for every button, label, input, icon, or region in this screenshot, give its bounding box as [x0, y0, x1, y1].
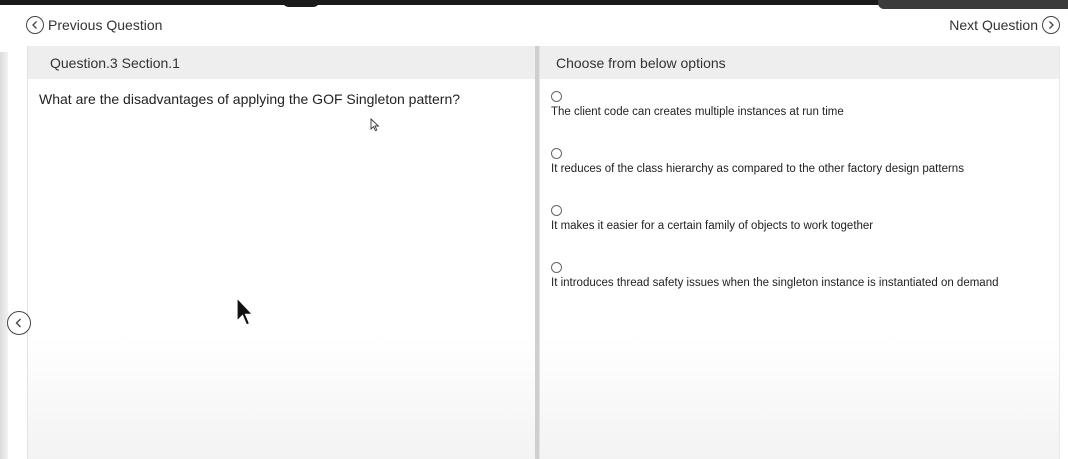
option-4[interactable]: It introduces thread safety issues when …: [551, 262, 999, 289]
option-3[interactable]: It makes it easier for a certain family …: [551, 205, 873, 232]
option-4-label[interactable]: It introduces thread safety issues when …: [551, 277, 999, 289]
option-2[interactable]: It reduces of the class hierarchy as com…: [551, 148, 964, 175]
question-text: What are the disadvantages of applying t…: [39, 91, 461, 107]
window-top-bar: [0, 0, 1068, 9]
option-1-label[interactable]: The client code can creates multiple ins…: [551, 106, 844, 118]
option-2-label[interactable]: It reduces of the class hierarchy as com…: [551, 163, 964, 175]
left-rail: [0, 52, 8, 459]
option-1-radio[interactable]: [551, 91, 562, 102]
chevron-left-icon: [15, 318, 21, 328]
top-bar-decoration: [282, 0, 320, 7]
sidebar-toggle-button[interactable]: [7, 311, 31, 335]
option-4-radio[interactable]: [551, 262, 562, 273]
options-panel: Choose from below options The client cod…: [539, 46, 1060, 459]
mouse-pointer-icon: [370, 118, 380, 132]
next-question-button[interactable]: Next Question: [949, 16, 1060, 34]
option-3-radio[interactable]: [551, 205, 562, 216]
options-panel-header: Choose from below options: [540, 46, 1059, 79]
chevron-left-circle-icon: [26, 16, 44, 34]
option-1[interactable]: The client code can creates multiple ins…: [551, 91, 844, 118]
question-panel-header: Question.3 Section.1: [28, 46, 536, 79]
option-2-radio[interactable]: [551, 148, 562, 159]
chevron-right-circle-icon: [1042, 16, 1060, 34]
question-number: Question.3 Section.1: [50, 54, 180, 71]
top-bar-shade: [878, 0, 1068, 9]
question-panel: Question.3 Section.1 What are the disadv…: [27, 46, 536, 459]
option-3-label[interactable]: It makes it easier for a certain family …: [551, 220, 873, 232]
next-question-label: Next Question: [949, 17, 1038, 33]
previous-question-label: Previous Question: [48, 17, 163, 33]
mouse-pointer-icon: [236, 297, 254, 326]
previous-question-button[interactable]: Previous Question: [26, 16, 162, 34]
options-panel-title: Choose from below options: [556, 54, 726, 71]
